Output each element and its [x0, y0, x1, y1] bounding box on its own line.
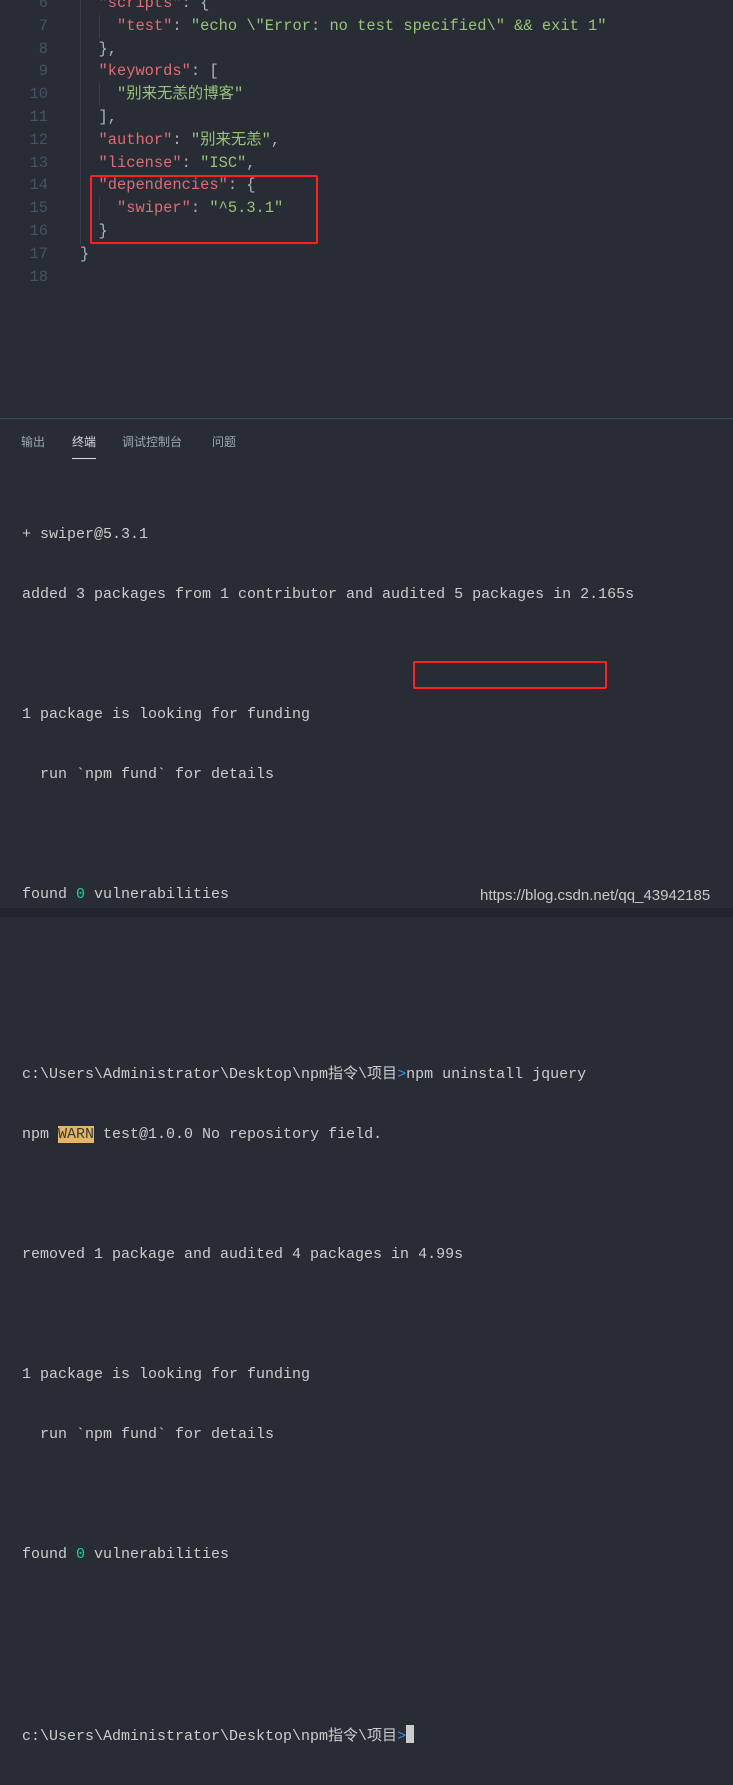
punctuation: ], [98, 108, 117, 126]
terminal-line: npm WARN test@1.0.0 No repository field. [22, 1125, 634, 1145]
vuln-count: 0 [76, 1546, 86, 1563]
code-text: "test": "echo \"Error: no test specified… [117, 15, 607, 38]
command-text: npm uninstall jquery [406, 1066, 587, 1083]
terminal-line: + swiper@5.3.1 [22, 526, 149, 543]
code-text: "keywords": [ [99, 60, 219, 83]
highlight-box-dependencies [90, 175, 318, 244]
code-line: 10 "别来无恙的博客" [0, 83, 733, 106]
watermark: https://blog.csdn.net/qq_43942185 [480, 887, 711, 904]
punctuation: , [270, 130, 281, 149]
text: test@1.0.0 No repository field. [94, 1126, 383, 1143]
panel-tabs: 输出 终端 调试控制台 问题 [0, 419, 733, 463]
line-number: 8 [38, 39, 48, 58]
text: found [22, 886, 77, 903]
text: vulnerabilities [85, 1546, 230, 1563]
code-text: "author": "别来无恙", [99, 129, 281, 152]
terminal-line: removed 1 package and audited 4 packages… [22, 1246, 464, 1263]
indent-guide [80, 0, 81, 245]
indent-guide [99, 15, 100, 38]
json-key: "keywords" [98, 62, 191, 81]
code-text: "scripts": { [99, 0, 210, 15]
punctuation: : [181, 153, 201, 172]
terminal-line: run `npm fund` for details [22, 1426, 275, 1443]
indent-guide [99, 83, 100, 106]
punctuation: : [172, 130, 191, 149]
code-line: 7 "test": "echo \"Error: no test specifie… [0, 15, 733, 38]
punctuation: }, [98, 39, 117, 58]
punctuation: } [80, 244, 90, 263]
code-text: }, [99, 38, 117, 61]
text: vulnerabilities [85, 886, 230, 903]
line-number: 15 [29, 199, 48, 218]
tab-terminal[interactable]: 终端 [72, 433, 97, 459]
text: found [22, 1546, 77, 1563]
terminal-line: c:\Users\Administrator\Desktop\npm指令\项目>… [22, 1065, 634, 1085]
tab-debug-console[interactable]: 调试控制台 [122, 433, 182, 450]
terminal-cursor [406, 1725, 415, 1743]
line-number: 7 [38, 16, 48, 35]
prompt-symbol: > [397, 1728, 407, 1745]
footer-bar [0, 908, 733, 917]
code-line: 18 [0, 266, 733, 289]
terminal-line: found 0 vulnerabilities [22, 1545, 634, 1565]
json-string: "别来无恙" [190, 130, 271, 149]
terminal-line: added 3 packages from 1 contributor and … [22, 586, 635, 603]
code-line: 13 "license": "ISC", [0, 152, 733, 175]
prompt-symbol: > [397, 1066, 407, 1083]
tab-output[interactable]: 输出 [21, 433, 45, 450]
prompt-path: c:\Users\Administrator\Desktop\npm指令\项目 [22, 1066, 398, 1083]
code-line: 8}, [0, 38, 733, 61]
code-line: 6 "scripts": { [0, 0, 733, 15]
text: npm [22, 1126, 59, 1143]
code-line: 11], [0, 106, 733, 129]
punctuation: : [172, 16, 191, 35]
code-line: 9 "keywords": [ [0, 60, 733, 83]
code-text: "别来无恙的博客" [117, 83, 243, 106]
line-number: 12 [29, 130, 48, 149]
line-number: 17 [29, 244, 48, 263]
highlight-box-command [413, 661, 607, 689]
punctuation: : [ [190, 62, 219, 81]
code-text: } [80, 243, 89, 266]
tab-problems[interactable]: 问题 [212, 433, 236, 450]
line-number: 16 [29, 222, 48, 240]
json-string: "ISC" [200, 153, 247, 172]
line-number: 18 [29, 267, 48, 286]
terminal-line: 1 package is looking for funding [22, 1366, 311, 1383]
line-number: 14 [29, 176, 48, 195]
code-line: 12 "author": "别来无恙", [0, 129, 733, 152]
terminal-line: run `npm fund` for details [22, 766, 275, 783]
vuln-count: 0 [76, 886, 86, 903]
terminal-line: 1 package is looking for funding [22, 706, 311, 723]
punctuation: , [246, 153, 256, 172]
json-string: "别来无恙的博客" [117, 85, 244, 104]
line-number: 6 [38, 0, 48, 12]
code-text: "license": "ISC", [99, 152, 256, 175]
json-key: "license" [98, 153, 182, 172]
line-number: 11 [29, 108, 48, 126]
warn-badge: WARN [58, 1126, 95, 1143]
terminal-prompt-line[interactable]: c:\Users\Administrator\Desktop\npm指令\项目> [22, 1725, 634, 1745]
json-key: "scripts" [98, 0, 182, 12]
line-number: 9 [38, 62, 48, 81]
code-text: ], [99, 106, 117, 129]
json-string: "echo \"Error: no test specified\" && ex… [190, 16, 607, 35]
json-key: "author" [98, 130, 173, 149]
line-number: 13 [29, 153, 48, 172]
line-number: 10 [29, 85, 48, 104]
bottom-panel: 输出 终端 调试控制台 问题 + swiper@5.3.1 added 3 pa… [0, 418, 733, 1745]
json-key: "test" [117, 16, 173, 35]
prompt-path: c:\Users\Administrator\Desktop\npm指令\项目 [22, 1728, 398, 1745]
punctuation: : { [181, 0, 210, 12]
code-line: 17} [0, 243, 733, 266]
